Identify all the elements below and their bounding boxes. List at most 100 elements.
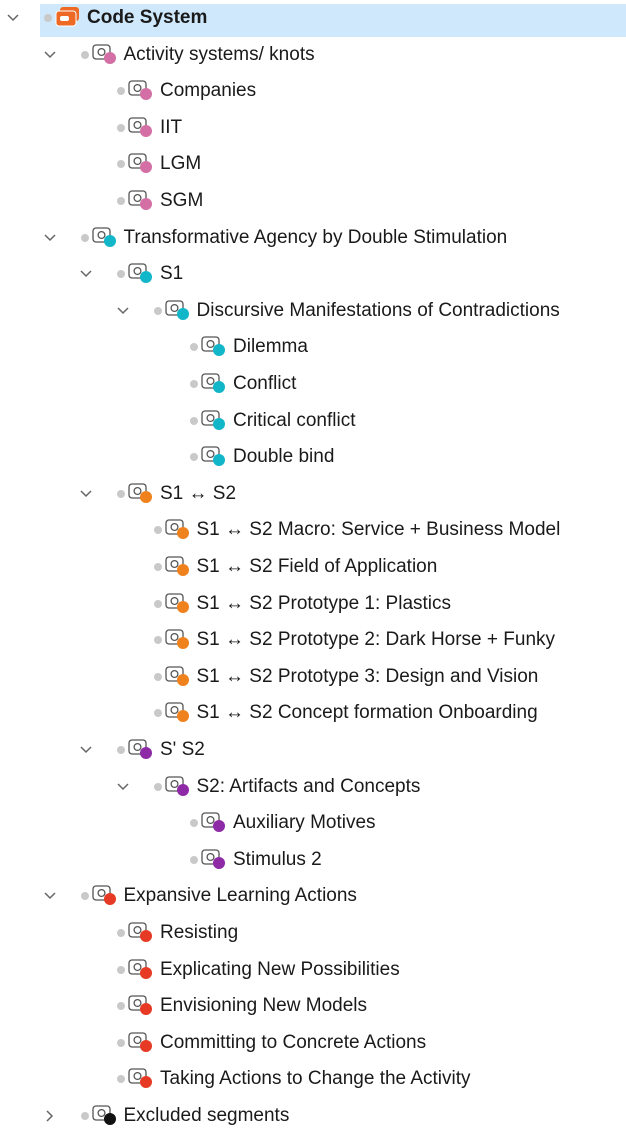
tree-row-iit[interactable]: IIT — [0, 110, 626, 146]
code-icon — [201, 335, 227, 357]
tree-row-label: Discursive Manifestations of Contradicti… — [196, 299, 560, 321]
status-dot-icon — [117, 1038, 125, 1047]
tree-row-s2-artifacts[interactable]: S2: Artifacts and Concepts — [0, 769, 626, 805]
tree-row-excluded[interactable]: Excluded segments — [0, 1098, 626, 1134]
tree-row-root[interactable]: Code System — [0, 0, 626, 37]
tree-row-dilemma[interactable]: Dilemma — [0, 329, 626, 365]
tree-row-label: Activity systems/ knots — [123, 43, 315, 65]
code-icon — [128, 116, 154, 138]
code-icon — [164, 592, 191, 614]
status-dot-icon — [117, 160, 125, 169]
code-icon — [164, 701, 191, 723]
chevron-down-icon[interactable] — [41, 229, 59, 247]
tree-row-label: Resisting — [160, 922, 239, 943]
tree-row-resisting[interactable]: Resisting — [0, 915, 626, 951]
tree-row-lgm[interactable]: LGM — [0, 146, 626, 182]
tree-row-label: SGM — [160, 190, 204, 211]
status-dot-icon — [44, 14, 52, 22]
chevron-down-icon[interactable] — [77, 741, 95, 759]
code-system-tree: Code System Activity systems/ knots Compan… — [0, 0, 626, 1138]
chevron-down-icon[interactable] — [114, 778, 132, 796]
chevron-down-icon[interactable] — [114, 302, 132, 320]
tree-row-label: Conflict — [233, 373, 297, 394]
code-icon — [128, 262, 154, 284]
tree-row-label: Taking Actions to Change the Activity — [160, 1068, 471, 1090]
tree-row-label: IIT — [160, 116, 183, 138]
status-dot-icon — [190, 416, 198, 425]
tree-row-label: LGM — [160, 153, 202, 175]
code-icon — [164, 518, 191, 540]
code-icon — [201, 848, 227, 870]
tree-row-envisioning[interactable]: Envisioning New Models — [0, 988, 626, 1024]
tree-row-label: S1 ↔ S2 Prototype 1: Plastics — [196, 592, 452, 614]
status-dot-icon — [190, 380, 198, 388]
status-dot-icon — [117, 965, 125, 974]
tree-row-s1s2-proto3[interactable]: S1 ↔ S2 Prototype 3: Design and Vision — [0, 659, 626, 695]
code-icon — [201, 445, 227, 467]
code-icon — [128, 958, 154, 980]
code-icon — [128, 189, 154, 211]
tree-row-label: Envisioning New Models — [160, 995, 367, 1017]
tree-row-label: S1 ↔ S2 Prototype 3: Design and Vision — [196, 665, 539, 687]
tree-row-s1-s2[interactable]: S1 ↔ S2 — [0, 476, 626, 512]
chevron-down-icon[interactable] — [77, 265, 95, 283]
tree-row-s1[interactable]: S1 — [0, 256, 626, 292]
status-dot-icon — [117, 746, 125, 754]
chevron-down-icon[interactable] — [4, 9, 22, 27]
tree-row-label: S1 ↔ S2 Prototype 2: Dark Horse + Funky — [196, 629, 556, 651]
tree-row-companies[interactable]: Companies — [0, 73, 626, 109]
code-icon — [164, 775, 191, 797]
status-dot-icon — [190, 343, 198, 352]
tree-row-double-bind[interactable]: Double bind — [0, 439, 626, 475]
chevron-right-icon[interactable] — [41, 1107, 59, 1125]
tree-row-sgm[interactable]: SGM — [0, 183, 626, 219]
tree-row-label: S1 ↔ S2 Field of Application — [196, 556, 438, 577]
tree-row-taking-actions[interactable]: Taking Actions to Change the Activity — [0, 1061, 626, 1097]
tree-row-s1s2-proto1[interactable]: S1 ↔ S2 Prototype 1: Plastics — [0, 586, 626, 622]
chevron-down-icon[interactable] — [77, 485, 95, 503]
tree-row-label: S1 ↔ S2 Macro: Service + Business Model — [196, 519, 561, 541]
code-icon — [201, 811, 227, 833]
tree-row-critical-conflict[interactable]: Critical conflict — [0, 403, 626, 439]
tree-row-label: Stimulus 2 — [233, 848, 322, 870]
tree-row-s1s2-macro[interactable]: S1 ↔ S2 Macro: Service + Business Model — [0, 512, 626, 548]
tree-row-expansive[interactable]: Expansive Learning Actions — [0, 878, 626, 914]
tree-row-label: S' S2 — [160, 739, 205, 760]
chevron-down-icon[interactable] — [41, 46, 59, 64]
tree-row-label: S1 ↔ S2 Concept formation Onboarding — [196, 702, 538, 724]
status-dot-icon — [117, 123, 125, 132]
code-icon — [91, 43, 118, 65]
tree-row-label: Code System — [87, 7, 208, 28]
tree-row-activity-systems[interactable]: Activity systems/ knots — [0, 37, 626, 73]
code-icon — [164, 628, 191, 650]
status-dot-icon — [117, 489, 125, 498]
chevron-down-icon[interactable] — [41, 887, 59, 905]
tree-row-s-prime-s2[interactable]: S' S2 — [0, 732, 626, 768]
tree-row-label: Dilemma — [233, 336, 308, 358]
status-dot-icon — [80, 233, 89, 242]
tree-row-label: Excluded segments — [123, 1105, 290, 1126]
status-dot-icon — [80, 1112, 89, 1120]
tree-row-discursive[interactable]: Discursive Manifestations of Contradicti… — [0, 293, 626, 329]
tree-row-tads[interactable]: Transformative Agency by Double Stimulat… — [0, 220, 626, 256]
tree-row-stimulus-2[interactable]: Stimulus 2 — [0, 842, 626, 878]
status-dot-icon — [153, 563, 162, 571]
status-dot-icon — [190, 855, 198, 864]
tree-row-aux-motives[interactable]: Auxiliary Motives — [0, 805, 626, 841]
status-dot-icon — [153, 709, 162, 718]
tree-row-committing[interactable]: Committing to Concrete Actions — [0, 1025, 626, 1061]
tree-row-s1s2-field[interactable]: S1 ↔ S2 Field of Application — [0, 549, 626, 585]
tree-row-conflict[interactable]: Conflict — [0, 366, 626, 402]
code-icon — [91, 1104, 118, 1126]
status-dot-icon — [153, 636, 162, 645]
code-icon — [128, 994, 154, 1016]
code-icon — [128, 79, 154, 101]
status-dot-icon — [190, 453, 198, 462]
tree-row-explicating[interactable]: Explicating New Possibilities — [0, 952, 626, 988]
tree-row-label: Auxiliary Motives — [233, 812, 376, 834]
code-icon — [164, 299, 191, 321]
tree-row-s1s2-concept[interactable]: S1 ↔ S2 Concept formation Onboarding — [0, 695, 626, 731]
code-icon — [164, 665, 191, 687]
tree-row-label: Expansive Learning Actions — [123, 885, 357, 907]
tree-row-s1s2-proto2[interactable]: S1 ↔ S2 Prototype 2: Dark Horse + Funky — [0, 622, 626, 658]
